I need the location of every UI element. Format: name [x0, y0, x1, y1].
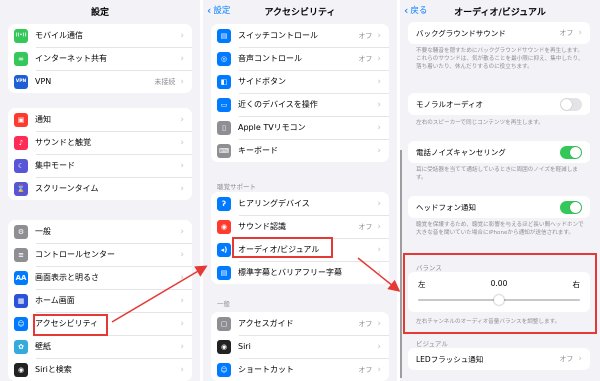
- arrow-to-audio-visual: [111, 265, 208, 323]
- annotation-arrows: [111, 257, 401, 323]
- arrow-to-balance: [357, 257, 401, 292]
